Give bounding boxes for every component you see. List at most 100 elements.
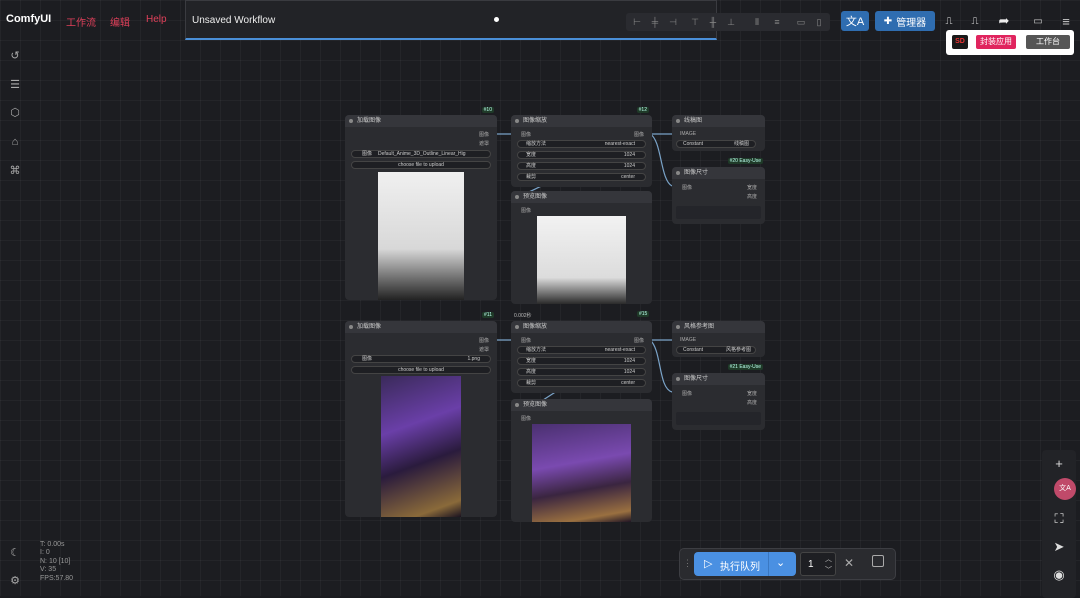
- select-mode-icon[interactable]: ➤: [1052, 540, 1066, 554]
- output-height[interactable]: 高度: [747, 399, 757, 406]
- node-image-size-2[interactable]: #21 Easy-Use 图像尺寸 图像 宽度 高度: [672, 364, 765, 430]
- constant-widget[interactable]: Constant 线稿图: [676, 140, 756, 148]
- stop-square-icon[interactable]: [872, 555, 884, 567]
- batch-count-value: 1: [808, 559, 814, 570]
- node-title: 加载图像: [345, 321, 497, 333]
- zoom-in-icon[interactable]: +: [1052, 457, 1066, 471]
- node-title: 图像尺寸: [672, 373, 765, 385]
- input-image[interactable]: 图像: [521, 337, 531, 344]
- widget-label: 裁剪: [526, 174, 537, 180]
- node-title: 图像缩放: [511, 115, 652, 127]
- output-image[interactable]: 图像: [634, 131, 644, 138]
- node-id: #15: [637, 311, 650, 317]
- crop-widget[interactable]: 裁剪 center: [517, 379, 646, 387]
- widget-label: 宽度: [526, 152, 537, 158]
- node-title: 线稿图: [672, 115, 765, 127]
- widget-label: 缩放方法: [526, 347, 547, 353]
- widget-label: 裁剪: [526, 380, 537, 386]
- split-divider: [768, 552, 769, 576]
- widget-label: 宽度: [526, 358, 537, 364]
- node-image-scale-1[interactable]: #12 图像缩放 图像 图像 缩放方法 nearest-exact 宽度 1024 …: [511, 107, 652, 187]
- width-widget[interactable]: 宽度 1024: [517, 357, 646, 365]
- node-preview-image-1[interactable]: 预览图像 图像: [511, 191, 652, 304]
- decrement-icon[interactable]: ﹀: [825, 565, 832, 575]
- output-height[interactable]: 高度: [747, 193, 757, 200]
- drag-handle-icon[interactable]: ⋮: [683, 558, 692, 569]
- translate-float-icon[interactable]: 文A: [1054, 478, 1076, 500]
- input-image[interactable]: 图像: [521, 131, 531, 138]
- width-widget[interactable]: 宽度 1024: [517, 151, 646, 159]
- widget-label: 图像: [362, 151, 373, 157]
- upload-button[interactable]: choose file to upload: [351, 161, 491, 169]
- batch-count-input[interactable]: 1 ︿ ﹀: [800, 552, 836, 576]
- scale-method-widget[interactable]: 缩放方法 nearest-exact: [517, 346, 646, 354]
- node-id: #21 Easy-Use: [727, 364, 763, 370]
- scale-method-widget[interactable]: 缩放方法 nearest-exact: [517, 140, 646, 148]
- node-id: #20 Easy-Use: [727, 158, 763, 164]
- image-select-widget[interactable]: 图像 Default_Anime_3D_Outline_Linear_Hig: [351, 150, 491, 158]
- toggle-links-eye-icon[interactable]: ◉: [1052, 568, 1066, 582]
- node-lineart-constant[interactable]: 线稿图 IMAGE Constant 线稿图: [672, 115, 765, 151]
- output-image[interactable]: 图像: [479, 337, 489, 344]
- output-width[interactable]: 宽度: [747, 184, 757, 191]
- style-image-preview: [381, 376, 461, 517]
- chevron-down-icon[interactable]: ⌄: [776, 556, 785, 569]
- widget-value: nearest-exact: [604, 141, 635, 147]
- node-image-scale-2[interactable]: 图像缩放 图像 图像 缩放方法 nearest-exact 宽度 1024 高度 10…: [511, 321, 652, 393]
- widget-label: Constant: [683, 347, 704, 353]
- height-widget[interactable]: 高度 1024: [517, 368, 646, 376]
- lineart-image-preview: [378, 172, 464, 300]
- node-id: #10: [481, 107, 494, 113]
- fit-view-icon[interactable]: ⛶: [1052, 512, 1066, 526]
- widget-value: 1024: [623, 152, 635, 158]
- widget-label: 高度: [526, 369, 537, 375]
- widget-value: 1.png: [467, 356, 480, 362]
- upload-button[interactable]: choose file to upload: [351, 366, 491, 374]
- input-image[interactable]: 图像: [521, 415, 531, 422]
- output-image[interactable]: 图像: [479, 131, 489, 138]
- node-id: #12: [636, 107, 649, 113]
- input-image[interactable]: 图像: [521, 207, 531, 214]
- node-preview-image-2[interactable]: 预览图像 图像: [511, 399, 652, 522]
- constant-widget[interactable]: Constant 风格参考图: [676, 346, 756, 354]
- input-image[interactable]: IMAGE: [680, 131, 696, 137]
- widget-value: 风格参考图: [725, 347, 751, 353]
- increment-icon[interactable]: ︿: [825, 554, 832, 564]
- link-scale2-size2: [649, 339, 673, 393]
- node-title: 风格参考图: [672, 321, 765, 333]
- widget-label: 缩放方法: [526, 141, 547, 147]
- widget-label: Constant: [683, 141, 704, 147]
- output-mask[interactable]: 遮罩: [479, 346, 489, 353]
- node-load-image-1[interactable]: #10 加载图像 图像 遮罩 图像 Default_Anime_3D_Outli…: [345, 107, 497, 300]
- node-image-size-1[interactable]: #20 Easy-Use 图像尺寸 图像 宽度 高度: [672, 158, 765, 224]
- input-image[interactable]: IMAGE: [680, 337, 696, 343]
- preview-image-2: [532, 424, 631, 522]
- crop-widget[interactable]: 裁剪 center: [517, 173, 646, 181]
- node-id: #11: [482, 312, 494, 318]
- preview-time: 0.002秒: [514, 313, 532, 319]
- canvas-tools: + − 文A ⛶ ➤ ◉: [1042, 450, 1076, 598]
- input-image[interactable]: 图像: [682, 390, 692, 397]
- node-style-constant[interactable]: 风格参考图 IMAGE Constant 风格参考图: [672, 321, 765, 357]
- output-width[interactable]: 宽度: [747, 390, 757, 397]
- queue-bar: ⋮ ▷ 执行队列 ⌄ 1 ︿ ﹀ ✕: [679, 548, 896, 580]
- link-scale1-size1: [649, 133, 673, 187]
- cancel-icon[interactable]: ✕: [844, 556, 854, 570]
- node-title: 预览图像: [511, 191, 652, 203]
- node-load-image-2[interactable]: #11 加载图像 图像 遮罩 图像 1.png choose file to u…: [345, 312, 497, 517]
- image-select-widget[interactable]: 图像 1.png: [351, 355, 491, 363]
- node-title: 图像尺寸: [672, 167, 765, 179]
- preview-image-1: [537, 216, 626, 304]
- size-display: [676, 412, 761, 425]
- node-title: 预览图像: [511, 399, 652, 411]
- run-queue-button[interactable]: ▷ 执行队列 ⌄: [694, 552, 796, 576]
- widget-value: center: [621, 174, 635, 180]
- height-widget[interactable]: 高度 1024: [517, 162, 646, 170]
- size-display: [676, 206, 761, 219]
- output-mask[interactable]: 遮罩: [479, 140, 489, 147]
- input-image[interactable]: 图像: [682, 184, 692, 191]
- widget-value: center: [621, 380, 635, 386]
- widget-value: Default_Anime_3D_Outline_Linear_Hig: [378, 151, 466, 157]
- node-title: 加载图像: [345, 115, 497, 127]
- output-image[interactable]: 图像: [634, 337, 644, 344]
